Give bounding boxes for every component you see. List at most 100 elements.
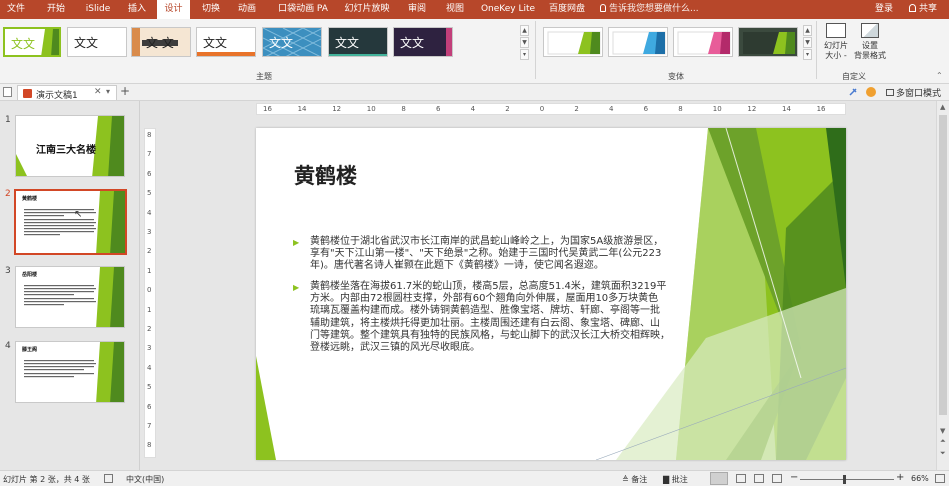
ruler-tick-label: 4 xyxy=(147,363,152,372)
zoom-out-button[interactable]: − xyxy=(790,472,798,483)
theme-ion[interactable]: 文文 xyxy=(196,27,256,57)
menu-design[interactable]: 设计 xyxy=(157,0,190,19)
menu-file[interactable]: 文件 xyxy=(0,0,32,19)
multiwindow-toggle[interactable]: 多窗口模式 xyxy=(886,86,941,99)
thumb-number: 4 xyxy=(5,341,11,351)
ruler-tick-label: 4 xyxy=(147,208,152,217)
file-icon[interactable] xyxy=(3,87,12,97)
scrollbar-thumb[interactable] xyxy=(939,115,947,415)
theme-wood[interactable]: 文 文 xyxy=(131,27,191,57)
lightbulb-icon xyxy=(600,4,606,12)
slide-size-button[interactable]: 幻灯片 大小 - xyxy=(820,23,852,69)
next-slide-icon[interactable]: ⏷ xyxy=(940,449,946,458)
notes-button[interactable]: ≜ 备注 xyxy=(622,474,647,485)
slide-thumbnail-4[interactable]: 滕王阁 xyxy=(15,341,125,403)
fit-to-window-button[interactable] xyxy=(935,474,945,483)
menu-animations[interactable]: 动画 xyxy=(232,0,262,19)
variants-scroll-down[interactable]: ▼ xyxy=(803,37,812,48)
ruler-tick-label: 0 xyxy=(147,286,152,295)
variant-2[interactable] xyxy=(608,27,668,57)
ruler-tick-label: 2 xyxy=(505,105,510,113)
collapse-ribbon-icon[interactable]: ⌃ xyxy=(936,71,943,80)
menu-transitions[interactable]: 切换 xyxy=(196,0,226,19)
scroll-down-icon[interactable]: ▼ xyxy=(940,427,945,435)
ruler-tick-label: 6 xyxy=(147,402,152,411)
zoom-level[interactable]: 66% xyxy=(911,474,929,483)
vertical-scrollbar[interactable]: ▲ ▼ ⏶ ⏷ xyxy=(936,101,949,470)
themes-scroll-down[interactable]: ▼ xyxy=(520,37,529,48)
theme-dark-purple[interactable]: 文文 xyxy=(393,27,453,57)
comments-button[interactable]: ▇ 批注 xyxy=(663,474,688,485)
menu-home[interactable]: 开始 xyxy=(40,0,72,19)
menu-onekey[interactable]: OneKey Lite xyxy=(478,0,538,19)
ruler-tick-label: 10 xyxy=(366,105,376,113)
theme-dark-green[interactable]: 文文 xyxy=(328,27,388,57)
variant-4[interactable] xyxy=(738,27,798,57)
language-indicator[interactable]: 中文(中国) xyxy=(126,474,164,485)
slide-title[interactable]: 黄鹤楼 xyxy=(294,160,357,190)
gear-icon[interactable] xyxy=(866,87,876,97)
variant-1[interactable] xyxy=(543,27,603,57)
ruler-tick-label: 0 xyxy=(539,105,545,113)
ruler-tick-label: 10 xyxy=(712,105,722,113)
zoom-in-button[interactable]: + xyxy=(896,472,904,483)
menu-bar: 文件 开始 iSlide 插入 设计 切换 动画 口袋动画 PA 幻灯片放映 审… xyxy=(0,0,949,19)
format-background-button[interactable]: 设置 背景格式 xyxy=(852,23,888,69)
slide-thumbnail-2[interactable]: 黄鹤楼 ↖ xyxy=(14,189,127,255)
chevron-down-icon[interactable]: ▾ xyxy=(106,87,110,96)
paragraph-2[interactable]: 黄鹤楼坐落在海拔61.7米的蛇山顶，楼高5层，总高度51.4米，建筑面积3219… xyxy=(310,281,670,354)
slide-canvas[interactable]: 黄鹤楼 ▶ 黄鹤楼位于湖北省武汉市长江南岸的武昌蛇山峰岭之上，为国家5A级旅游景… xyxy=(256,128,846,460)
menu-slideshow[interactable]: 幻灯片放映 xyxy=(342,0,392,19)
tell-me-search[interactable]: 告诉我您想要做什么... xyxy=(600,0,710,19)
variants-more[interactable]: ▾ xyxy=(803,49,812,60)
theme-pattern[interactable]: 文文 xyxy=(262,27,322,57)
login-link[interactable]: 登录 xyxy=(872,0,896,19)
ruler-tick-label: 6 xyxy=(643,105,649,113)
ribbon-design: 文文 文文 文 文 文文 文文 文文 文文 ▲ ▼ ▾ 主题 ▲ ▼ ▾ 变体 … xyxy=(0,19,949,84)
close-tab-icon[interactable]: ✕ xyxy=(94,87,102,97)
normal-view-button[interactable] xyxy=(710,472,728,485)
variant-3[interactable] xyxy=(673,27,733,57)
menu-pocket-animation[interactable]: 口袋动画 PA xyxy=(272,0,334,19)
previous-slide-icon[interactable]: ⏶ xyxy=(940,437,946,446)
ruler-tick-label: 16 xyxy=(816,105,826,113)
ruler-tick-label: 4 xyxy=(609,105,614,113)
ruler-tick-label: 14 xyxy=(782,105,791,113)
menu-islide[interactable]: iSlide xyxy=(80,0,116,19)
scroll-up-icon[interactable]: ▲ xyxy=(940,103,945,111)
slide-thumbnail-3[interactable]: 岳阳楼 xyxy=(15,266,125,328)
window-icon xyxy=(886,89,894,96)
ruler-tick-label: 5 xyxy=(147,189,152,198)
zoom-slider-handle[interactable] xyxy=(843,475,846,484)
zoom-slider[interactable] xyxy=(800,479,894,480)
spellcheck-icon[interactable] xyxy=(104,474,113,483)
group-label-variants: 变体 xyxy=(668,72,684,81)
menu-view[interactable]: 视图 xyxy=(440,0,470,19)
themes-scroll-up[interactable]: ▲ xyxy=(520,25,529,36)
variants-scroll-up[interactable]: ▲ xyxy=(803,25,812,36)
themes-more[interactable]: ▾ xyxy=(520,49,529,60)
ruler-tick-label: 3 xyxy=(147,344,152,353)
slide-thumbnail-1[interactable]: 江南三大名楼 xyxy=(15,115,125,177)
ruler-tick-label: 16 xyxy=(263,105,272,113)
theme-facet[interactable]: 文文 xyxy=(3,27,61,57)
slide-size-icon xyxy=(826,23,846,38)
menu-baidu-netdisk[interactable]: 百度网盘 xyxy=(546,0,588,19)
thumb-number: 1 xyxy=(5,115,11,125)
theme-office[interactable]: 文文 xyxy=(67,27,127,57)
share-button[interactable]: 共享 xyxy=(902,0,944,19)
add-tab-button[interactable]: + xyxy=(120,84,130,98)
slideshow-button[interactable] xyxy=(772,474,782,483)
slide-sorter-button[interactable] xyxy=(736,474,746,483)
ruler-tick-label: 8 xyxy=(147,441,152,450)
paragraph-1[interactable]: 黄鹤楼位于湖北省武汉市长江南岸的武昌蛇山峰岭之上，为国家5A级旅游景区， 享有"… xyxy=(310,236,663,273)
ruler-tick-label: 7 xyxy=(147,150,152,159)
pin-icon[interactable] xyxy=(848,87,858,97)
ruler-tick-label: 3 xyxy=(147,228,152,236)
menu-review[interactable]: 审阅 xyxy=(402,0,432,19)
ruler-tick-label: 8 xyxy=(401,105,406,113)
menu-insert[interactable]: 插入 xyxy=(122,0,152,19)
tab-document[interactable]: 演示文稿1 ✕ ▾ xyxy=(17,85,117,101)
cursor-icon: ↖ xyxy=(74,209,83,220)
reading-view-button[interactable] xyxy=(754,474,764,483)
